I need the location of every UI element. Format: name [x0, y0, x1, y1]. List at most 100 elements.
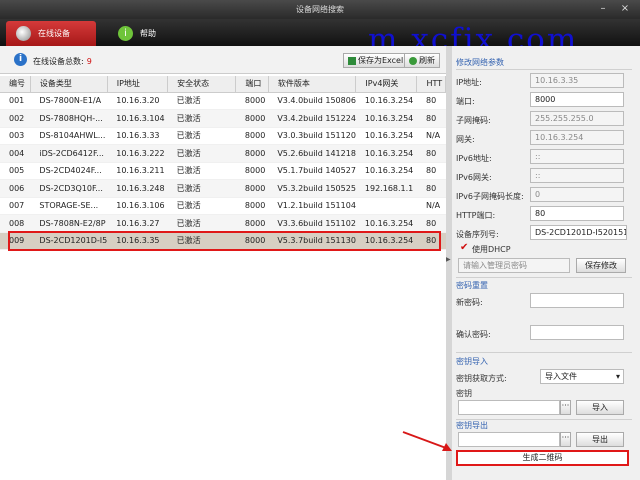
table-row[interactable]: 007 STORAGE-SE... 10.16.3.106 已激活 8000 V1.2.1… [0, 197, 446, 215]
admin-password-input[interactable]: 请输入管理员密码 [458, 258, 570, 273]
table-cell: 001 [0, 92, 31, 110]
table-cell: 10.16.3.254 [355, 144, 417, 163]
generate-qr-button[interactable]: 生成二维码 [456, 450, 629, 466]
minimize-icon[interactable]: – [596, 2, 610, 16]
table-row[interactable]: 009 DS-2CD1201D-I5 10.16.3.35 已激活 8000 V5.3.7… [0, 232, 446, 250]
export-excel-label: 保存为Excel [358, 56, 404, 65]
column-header[interactable]: 端口 [235, 76, 269, 93]
table-header-row: 编号 设备类型 IP地址 安全状态 端口 软件版本 IPv4网关 HTT [0, 76, 446, 93]
table-cell: 002 [0, 109, 31, 128]
serial-field[interactable]: DS-2CD1201D-I52015110 [530, 225, 627, 240]
table-cell: 10.16.3.254 [355, 109, 417, 128]
excel-icon [348, 56, 356, 65]
table-row[interactable]: 004 iDS-2CD6412F... 10.16.3.222 已激活 8000 V5.2… [0, 144, 446, 163]
ipv6-gateway-field[interactable]: :: [530, 168, 624, 183]
dhcp-label: 使用DHCP [472, 245, 511, 254]
table-cell: 80 [416, 109, 446, 128]
column-header[interactable]: 编号 [0, 76, 31, 93]
table-cell: 10.16.3.20 [107, 92, 168, 110]
column-header[interactable]: 安全状态 [167, 76, 237, 93]
table-cell: 80 [416, 179, 446, 198]
mask-field[interactable]: 255.255.255.0 [530, 111, 624, 126]
table-cell: N/A [416, 197, 446, 215]
port-field[interactable]: 8000 [530, 92, 624, 107]
chevron-down-icon: ▾ [615, 372, 620, 381]
import-method-select[interactable]: 导入文件 ▾ [540, 369, 624, 384]
ipv6-field[interactable]: :: [530, 149, 624, 164]
table-cell [355, 197, 417, 215]
table-cell: 已激活 [167, 179, 236, 198]
port-label: 端口: [456, 97, 475, 106]
table-cell: DS-8104AHWL... [30, 127, 108, 145]
table-cell: DS-7800N-E1/A [30, 92, 108, 110]
table-row[interactable]: 003 DS-8104AHWL... 10.16.3.33 已激活 8000 V3.0.3… [0, 127, 446, 145]
table-cell: 80 [416, 162, 446, 180]
column-header[interactable]: 软件版本 [268, 76, 357, 93]
divider [456, 277, 632, 278]
column-header[interactable]: IPv4网关 [355, 76, 418, 93]
browse-import-button[interactable]: ··· [560, 400, 571, 415]
tab-online-devices[interactable]: 在线设备 [6, 21, 96, 46]
table-row[interactable]: 008 DS-7808N-E2/8P 10.16.3.27 已激活 8000 V3.3.6… [0, 214, 446, 233]
device-count: 在线设备总数: 9 [33, 56, 92, 67]
ipv6-prefix-label: IPv6子网掩码长度: [456, 192, 524, 201]
save-changes-button[interactable]: 保存修改 [576, 258, 626, 273]
table-row[interactable]: 002 DS-7808HQH-... 10.16.3.104 已激活 8000 V3.4.… [0, 109, 446, 128]
column-header[interactable]: IP地址 [107, 76, 169, 93]
table-cell: 10.16.3.33 [107, 127, 168, 145]
ip-label: IP地址: [456, 78, 482, 87]
ipv6-prefix-field[interactable]: 0 [530, 187, 624, 202]
export-excel-button[interactable]: 保存为Excel [343, 53, 409, 68]
table-row[interactable]: 006 DS-2CD3Q10F... 10.16.3.248 已激活 8000 V5.3.… [0, 179, 446, 198]
refresh-button[interactable]: 刷新 [404, 53, 440, 68]
table-cell: 80 [416, 144, 446, 163]
column-header[interactable]: HTT [416, 76, 446, 93]
table-cell: 10.16.3.35 [107, 232, 168, 250]
refresh-icon [409, 56, 417, 65]
column-header[interactable]: 设备类型 [30, 76, 108, 93]
section-title-reset: 密码重置 [456, 281, 488, 290]
http-port-field[interactable]: 80 [530, 206, 624, 221]
ipv6-label: IPv6地址: [456, 154, 492, 163]
table-cell: 8000 [235, 127, 269, 145]
close-icon[interactable]: × [618, 2, 632, 16]
table-cell: 已激活 [167, 144, 236, 163]
red-arrow-annotation [402, 431, 452, 451]
table-cell: 10.16.3.222 [107, 144, 168, 163]
import-key-path-field[interactable] [458, 400, 560, 415]
dhcp-checkbox[interactable]: ✔ [460, 243, 470, 253]
new-password-label: 新密码: [456, 298, 483, 307]
table-cell: 8000 [235, 197, 269, 215]
table-cell: 8000 [235, 214, 269, 233]
collapse-arrow-icon[interactable]: ▶ [446, 256, 451, 263]
table-cell: 10.16.3.248 [107, 179, 168, 198]
table-cell: 10.16.3.211 [107, 162, 168, 180]
browse-export-button[interactable]: ··· [560, 432, 571, 447]
table-cell: 10.16.3.106 [107, 197, 168, 215]
table-cell: V5.1.7build 140527 [268, 162, 356, 180]
mask-label: 子网掩码: [456, 116, 491, 125]
table-cell: 10.16.3.254 [355, 92, 417, 110]
table-cell: 已激活 [167, 109, 236, 128]
table-cell: 8000 [235, 232, 269, 250]
ip-field[interactable]: 10.16.3.35 [530, 73, 624, 88]
gateway-field[interactable]: 10.16.3.254 [530, 130, 624, 145]
table-cell: 10.16.3.254 [355, 214, 417, 233]
export-key-path-field[interactable] [458, 432, 560, 447]
export-button[interactable]: 导出 [576, 432, 624, 447]
help-icon: i [118, 26, 133, 41]
window-title: 设备网络搜索 [296, 5, 344, 14]
title-bar: 设备网络搜索 – × [0, 0, 640, 19]
table-cell: 8000 [235, 144, 269, 163]
http-port-label: HTTP端口: [456, 211, 496, 220]
table-row[interactable]: 001 DS-7800N-E1/A 10.16.3.20 已激活 8000 V3.4.0b… [0, 92, 446, 110]
table-cell: V3.3.6build 151102 [268, 214, 356, 233]
table-cell: V3.4.0build 150806 [268, 92, 356, 110]
new-password-field[interactable] [530, 293, 624, 308]
confirm-password-field[interactable] [530, 325, 624, 340]
table-cell: 80 [416, 92, 446, 110]
table-cell: iDS-2CD6412F... [30, 144, 108, 163]
tab-help[interactable]: i 帮助 [108, 21, 178, 46]
import-button[interactable]: 导入 [576, 400, 624, 415]
table-row[interactable]: 005 DS-2CD4024F... 10.16.3.211 已激活 8000 V5.1.… [0, 162, 446, 180]
